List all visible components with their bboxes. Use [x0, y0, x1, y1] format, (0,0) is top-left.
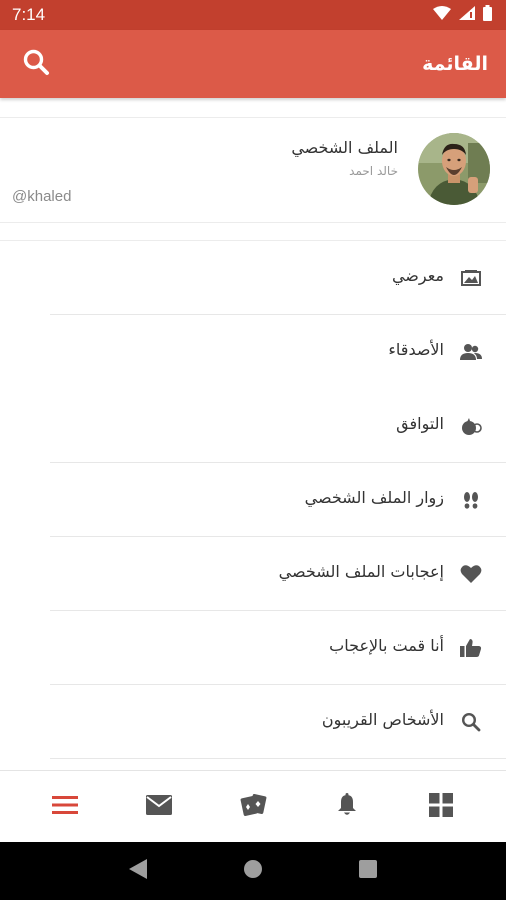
profile-handle: @khaled — [12, 188, 72, 205]
bell-icon — [337, 792, 357, 821]
thumbs-up-icon — [460, 637, 482, 659]
back-triangle-icon — [128, 859, 147, 883]
recents-button[interactable] — [346, 849, 390, 893]
nav-messages-button[interactable] — [129, 777, 189, 837]
system-nav-bar — [0, 842, 506, 900]
menu-item-compatibility[interactable]: التوافق — [0, 389, 506, 463]
status-icons — [433, 4, 492, 26]
bottom-nav — [0, 770, 506, 842]
cards-icon — [239, 793, 267, 821]
menu-item-profile-likes[interactable]: إعجابات الملف الشخصي — [0, 537, 506, 611]
gallery-icon — [460, 267, 482, 289]
friends-icon — [460, 341, 482, 363]
menu-label: معرضي — [391, 266, 444, 285]
menu-label: الأصدقاء — [388, 340, 444, 359]
footprints-icon — [460, 489, 482, 511]
mail-icon — [146, 794, 172, 819]
menu-item-gallery[interactable]: معرضي — [0, 241, 506, 315]
menu-label: زوار الملف الشخصي — [304, 488, 444, 507]
menu-label: التوافق — [396, 414, 444, 433]
battery-icon — [483, 4, 492, 26]
menu-label: أنا قمت بالإعجاب — [329, 636, 444, 655]
compatibility-icon — [460, 415, 482, 437]
home-circle-icon — [243, 859, 263, 883]
status-bar: 7:14 — [0, 0, 506, 30]
menu-item-profile-visitors[interactable]: زوار الملف الشخصي — [0, 463, 506, 537]
menu-label: الأشخاص القريبون — [321, 710, 444, 729]
heart-icon — [460, 563, 482, 585]
back-button[interactable] — [116, 849, 160, 893]
menu-list: معرضي الأصدقاء التوافق زوار الملف الشخصي… — [0, 240, 506, 770]
menu-item-friends[interactable]: الأصدقاء — [0, 315, 506, 389]
nav-cards-button[interactable] — [223, 777, 283, 837]
search-button[interactable] — [18, 46, 54, 82]
signal-icon — [459, 5, 475, 25]
wifi-icon — [433, 5, 451, 25]
nav-grid-button[interactable] — [411, 777, 471, 837]
menu-label: إعجابات الملف الشخصي — [278, 562, 444, 581]
menu-item-i-liked[interactable]: أنا قمت بالإعجاب — [0, 611, 506, 685]
grid-icon — [429, 792, 453, 821]
profile-title: الملف الشخصي — [291, 138, 398, 157]
menu-item-nearby-people[interactable]: الأشخاص القريبون — [0, 685, 506, 759]
avatar[interactable] — [418, 133, 490, 205]
nav-menu-button[interactable] — [35, 777, 95, 837]
recents-square-icon — [359, 860, 378, 882]
profile-username: خالد احمد — [349, 164, 398, 178]
app-bar: القائمة — [0, 30, 506, 98]
home-button[interactable] — [231, 849, 275, 893]
search-icon — [460, 711, 482, 733]
page-title: القائمة — [422, 53, 488, 75]
search-icon — [22, 48, 50, 80]
profile-card[interactable]: الملف الشخصي خالد احمد @khaled — [0, 117, 506, 223]
menu-icon — [52, 795, 78, 819]
status-time: 7:14 — [12, 5, 46, 24]
nav-notifications-button[interactable] — [317, 777, 377, 837]
